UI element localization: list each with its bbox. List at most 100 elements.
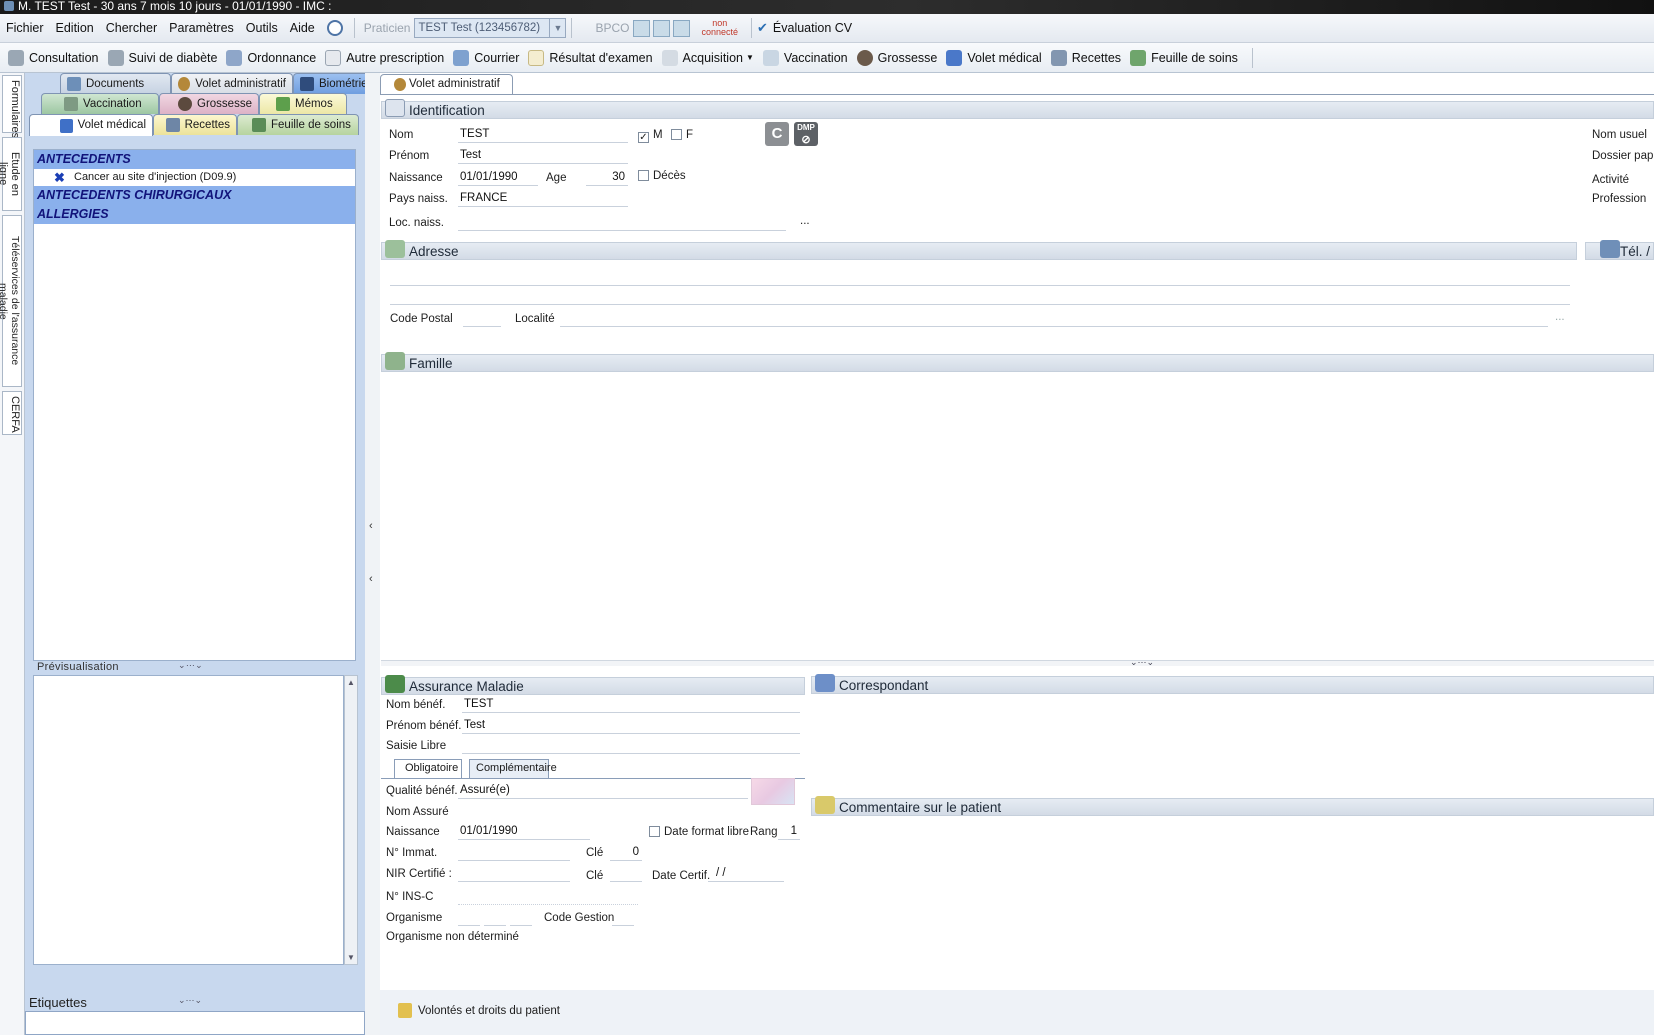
date-certif-field[interactable]: / / [708,866,784,882]
localite-browse-button[interactable]: ... [1555,311,1565,323]
window-title-bar: M. TEST Test - 30 ans 7 mois 10 jours - … [0,0,1654,14]
list-item[interactable]: ✖ Cancer au site d'injection (D09.9) [34,169,355,186]
qualite-benef-field[interactable]: Assuré(e) [458,783,748,799]
toolbar-ordonnance[interactable]: Ordonnance [226,49,316,66]
tab-vaccination[interactable]: Vaccination [41,93,159,114]
toolbar-consultation[interactable]: Consultation [8,49,99,66]
immat-field[interactable] [458,845,570,861]
organisme-field-3[interactable] [510,910,532,926]
age-field[interactable]: 30 [586,170,628,186]
collapse-chevron-icon[interactable]: ⌄⋯⌄ [178,660,203,671]
praticien-value: TEST Test (123456782) [418,22,541,34]
localite-field[interactable] [560,311,1548,327]
nom-benef-field[interactable]: TEST [462,697,800,713]
cle-field[interactable]: 0 [610,845,642,861]
organisme-field-2[interactable] [484,910,506,926]
section-header-antecedents-chirurgicaux[interactable]: ANTECEDENTS CHIRURGICAUX [34,186,355,205]
dmp-add-icon[interactable] [673,19,691,37]
etiquettes-chevron-icon[interactable]: ⌄⋯⌄ [178,995,202,1006]
prenom-benef-field[interactable]: Test [462,718,800,734]
naissance-assure-label: Naissance [386,826,440,838]
section-header-antecedents[interactable]: ANTECEDENTS [34,150,355,169]
toolbar-grossesse[interactable]: Grossesse [856,49,937,66]
dmp-icon[interactable] [633,19,651,37]
preview-scrollbar[interactable]: ▲ ▼ [344,675,358,965]
menu-aide[interactable]: Aide [284,21,321,35]
side-tab-teleservices[interactable]: Téléservices de l'assurance maladie [0,215,22,387]
toolbar-volet-medical[interactable]: Volet médical [946,49,1042,66]
sex-m-checkbox[interactable]: ✓ M [638,129,663,143]
side-tab-formulaires[interactable]: Formulaires [2,75,22,138]
menu-chercher[interactable]: Chercher [100,21,163,35]
toolbar-resultat-examen[interactable]: Résultat d'examen [528,49,653,66]
menu-outils[interactable]: Outils [240,21,284,35]
collapse-left-icon[interactable]: ‹ [369,573,373,585]
globe-icon[interactable] [326,20,343,36]
organisme-field-1[interactable] [458,910,480,926]
menu-parametres[interactable]: Paramètres [163,21,240,35]
bpco-button[interactable]: BPCO [577,21,633,35]
toolbar-recettes[interactable]: Recettes [1050,49,1121,66]
deces-checkbox[interactable]: Décès [638,170,686,182]
side-tab-cerfa[interactable]: CERFA [2,391,22,435]
loc-naiss-field[interactable] [458,215,786,231]
menu-edition[interactable]: Edition [50,21,100,35]
tab-strip-line [380,94,1654,95]
adresse-line-1[interactable] [390,270,1570,286]
section-header-allergies[interactable]: ALLERGIES [34,205,355,224]
chevron-down-icon[interactable]: ▼ [549,19,565,37]
evaluation-cv-button[interactable]: Évaluation CV [773,21,858,35]
code-gestion-field[interactable] [612,910,634,926]
panel-splitter[interactable]: ‹ ‹ [365,73,380,1035]
horizontal-splitter[interactable] [381,660,1654,666]
tab-documents[interactable]: Documents [60,73,171,94]
saisie-libre-field[interactable] [462,738,800,754]
tab-grossesse[interactable]: Grossesse [159,93,259,114]
naissance-field[interactable]: 01/01/1990 [458,170,538,186]
collapse-chevron-icon[interactable]: ⌄⋯⌄ [1130,657,1154,668]
prenom-field[interactable]: Test [458,148,628,164]
tab-volet-administratif[interactable]: Volet administratif [171,73,293,94]
praticien-select[interactable]: TEST Test (123456782) ▼ [414,18,567,38]
volontes-button[interactable]: Volontés et droits du patient [398,1003,560,1018]
tab-memos[interactable]: Mémos [259,93,347,114]
toolbar-courrier[interactable]: Courrier [453,49,519,66]
scroll-up-icon[interactable]: ▲ [347,678,355,687]
collapse-left-icon[interactable]: ‹ [369,520,373,532]
toolbar-suivi-diabete[interactable]: Suivi de diabète [107,49,217,66]
insurance-card-icon [385,675,405,693]
rang-field[interactable]: 1 [778,824,800,840]
scroll-down-icon[interactable]: ▼ [347,953,355,962]
tab-volet-administratif-main[interactable]: Volet administratif [380,74,513,95]
cle2-field[interactable] [610,866,642,882]
pays-naiss-field[interactable]: FRANCE [458,191,628,207]
adresse-line-2[interactable] [390,289,1570,305]
toolbar-feuille-de-soins[interactable]: Feuille de soins [1130,49,1238,66]
carte-vitale-button[interactable]: C [765,122,789,146]
nir-certifie-field[interactable] [458,866,570,882]
tab-feuille-de-soins[interactable]: Feuille de soins [237,114,359,135]
loc-naiss-browse-button[interactable]: ... [800,215,810,227]
code-postal-field[interactable] [463,311,501,327]
tab-biometrie[interactable]: Biométrie [293,73,375,94]
subtab-obligatoire[interactable]: Obligatoire [394,759,462,778]
side-tab-etude-en-ligne[interactable]: Etude en ligne [0,137,22,211]
calculator-icon [166,118,180,132]
ins-c-field[interactable] [458,889,638,905]
date-format-libre-checkbox[interactable]: Date format libre [649,826,749,838]
toolbar-vaccination[interactable]: Vaccination [762,49,848,66]
etiquettes-field[interactable] [25,1011,365,1035]
subtab-complementaire[interactable]: Complémentaire [469,759,557,778]
dropdown-arrow-icon[interactable]: ▼ [746,53,754,62]
nom-field[interactable]: TEST [458,127,628,143]
menu-fichier[interactable]: Fichier [0,21,50,35]
dmp-search-icon[interactable] [653,19,671,37]
toolbar-autre-prescription[interactable]: Autre prescription [325,49,444,66]
sex-f-checkbox[interactable]: F [671,129,693,141]
tab-volet-medical[interactable]: Volet médical [29,114,153,136]
naissance-assure-field[interactable]: 01/01/1990 [458,824,590,840]
tab-recettes[interactable]: Recettes [153,114,237,135]
toolbar-acquisition[interactable]: Acquisition ▼ [661,49,754,66]
loc-naiss-label: Loc. naiss. [389,217,444,229]
dmp-forbidden-button[interactable]: DMP ⊘ [794,122,818,146]
